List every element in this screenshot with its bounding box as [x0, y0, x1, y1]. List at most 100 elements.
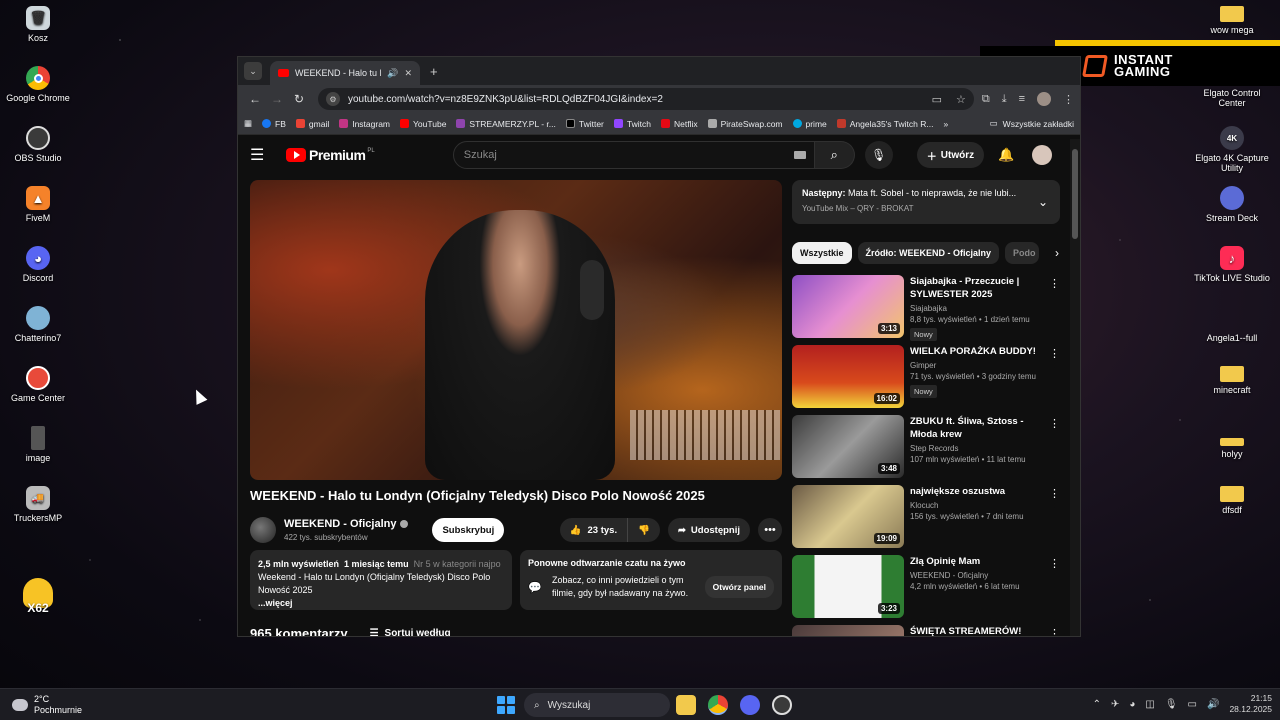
bookmark-netflix[interactable]: Netflix: [660, 119, 698, 129]
subscribe-button[interactable]: Subskrybuj: [432, 518, 505, 542]
video-thumbnail[interactable]: 16:02: [792, 345, 904, 408]
description-box[interactable]: 2,5 mln wyświetleń 1 miesiąc temu Nr 5 w…: [250, 550, 512, 610]
desktop-icon-duck[interactable]: X62: [0, 578, 76, 615]
video-thumbnail[interactable]: [792, 625, 904, 636]
desktop-icon-angela1[interactable]: Angela1--full: [1194, 306, 1270, 343]
video-thumbnail[interactable]: 3:13: [792, 275, 904, 338]
chip-all[interactable]: Wszystkie: [792, 242, 852, 264]
like-button[interactable]: 👍 23 tys.: [560, 518, 629, 542]
recommendation-item[interactable]: 19:09 największe oszustwa Klocuch 156 ty…: [792, 485, 1062, 555]
create-button[interactable]: ＋ Utwórz: [916, 142, 985, 168]
start-button[interactable]: [497, 696, 515, 714]
bookmarks-overflow-button[interactable]: »: [943, 119, 948, 129]
video-options-icon[interactable]: ⋮: [1049, 347, 1060, 360]
video-thumbnail[interactable]: 19:09: [792, 485, 904, 548]
bookmark-twitter[interactable]: Twitter: [565, 119, 604, 129]
video-thumbnail[interactable]: 3:23: [792, 555, 904, 618]
more-actions-button[interactable]: •••: [758, 518, 782, 542]
weather-widget[interactable]: 2°C Pochmurnie: [12, 694, 82, 716]
sort-comments-button[interactable]: ☰ Sortuj według: [370, 628, 451, 636]
file-explorer-icon[interactable]: [676, 695, 696, 715]
show-more-link[interactable]: ...więcej: [258, 598, 293, 608]
bookmark-twitch[interactable]: Twitch: [613, 119, 651, 129]
browser-menu-icon[interactable]: ⋮: [1063, 93, 1074, 106]
bookmark-fb[interactable]: FB: [262, 119, 286, 129]
tray-app-icon[interactable]: ✈: [1111, 699, 1119, 710]
desktop-icon-elgato-4k[interactable]: 4K Elgato 4K Capture Utility: [1194, 126, 1270, 173]
network-icon[interactable]: ▭: [1188, 699, 1197, 710]
account-avatar[interactable]: [1032, 145, 1053, 165]
bookmark-gmail[interactable]: gmail: [295, 119, 329, 129]
desktop-icon-truckersmp[interactable]: 🚚 TruckersMP: [0, 486, 76, 523]
video-options-icon[interactable]: ⋮: [1049, 417, 1060, 430]
search-button[interactable]: ⌕: [814, 141, 855, 169]
desktop-icon-obs[interactable]: OBS Studio: [0, 126, 76, 163]
desktop-icon-recycle-bin[interactable]: 🗑 Kosz: [0, 6, 76, 43]
desktop-icon-fivem[interactable]: ▲ FiveM: [0, 186, 76, 223]
voice-search-button[interactable]: 🎙: [864, 141, 893, 169]
discord-tray-icon[interactable]: ◕: [1129, 699, 1135, 710]
bookmark-star-icon[interactable]: ☆: [956, 93, 966, 106]
desktop-icon-wow-mega[interactable]: wow mega: [1194, 6, 1270, 35]
reload-button[interactable]: ↻: [288, 92, 310, 106]
media-control-icon[interactable]: ≡: [1019, 93, 1025, 105]
video-options-icon[interactable]: ⋮: [1049, 277, 1060, 290]
extensions-icon[interactable]: ⧉: [982, 93, 990, 106]
desktop-icon-tiktok[interactable]: ♪ TikTok LIVE Studio: [1194, 246, 1270, 283]
recommendation-item[interactable]: 3:13 Siajabajka - Przeczucie | SYLWESTER…: [792, 275, 1062, 345]
microphone-icon[interactable]: 🎙: [1165, 699, 1178, 710]
desktop-icon-stream-deck[interactable]: Stream Deck: [1194, 186, 1270, 223]
bookmark-prime[interactable]: prime: [792, 119, 827, 129]
url-input[interactable]: ⚙ youtube.com/watch?v=nz8E9ZNK3pU&list=R…: [318, 88, 974, 110]
video-thumbnail[interactable]: 3:48: [792, 415, 904, 478]
hamburger-menu-icon[interactable]: ☰: [250, 145, 274, 165]
up-next-box[interactable]: Następny: Mata ft. Sobel - to nieprawda,…: [792, 180, 1060, 224]
game-center-icon[interactable]: [772, 695, 792, 715]
chip-source-weekend[interactable]: Źródło: WEEKEND - Oficjalny: [857, 242, 1000, 264]
bookmark-instagram[interactable]: Instagram: [339, 119, 390, 129]
chevron-right-icon[interactable]: ›: [1055, 246, 1059, 260]
chevron-down-icon[interactable]: ⌄: [1038, 195, 1048, 209]
forward-button[interactable]: →: [266, 92, 288, 106]
bookmark-angela35[interactable]: Angela35's Twitch R...: [836, 119, 933, 129]
desktop-icon-discord[interactable]: ◕ Discord: [0, 246, 76, 283]
recommendation-item[interactable]: 3:48 ZBUKU ft. Śliwa, Sztoss - Młoda kre…: [792, 415, 1062, 485]
channel-name[interactable]: WEEKEND - Oficjalny: [284, 518, 396, 530]
video-options-icon[interactable]: ⋮: [1049, 627, 1060, 636]
desktop-icon-dfsdf[interactable]: dfsdf: [1194, 486, 1270, 515]
tray-app-icon[interactable]: ◫: [1145, 699, 1154, 710]
volume-icon[interactable]: 🔊: [1207, 699, 1219, 710]
youtube-premium-logo[interactable]: Premium PL: [286, 147, 375, 163]
discord-icon[interactable]: [740, 695, 760, 715]
notifications-bell-icon[interactable]: 🔔: [998, 147, 1014, 163]
bookmark-streamerzy[interactable]: STREAMERZY.PL - r...: [456, 119, 556, 129]
taskbar-search[interactable]: ⌕ Wyszukaj: [524, 693, 670, 717]
recommendation-item[interactable]: 16:02 WIELKA PORAŻKA BUDDY! Gimper 71 ty…: [792, 345, 1062, 415]
back-button[interactable]: ←: [244, 92, 266, 106]
page-scrollbar-thumb[interactable]: [1072, 149, 1078, 239]
desktop-icon-minecraft[interactable]: minecraft: [1194, 366, 1270, 395]
recommendation-item[interactable]: ŚWIĘTA STREAMERÓW! XAYOO ⋮: [792, 625, 1062, 636]
tab-search-button[interactable]: ⌄: [244, 62, 262, 80]
desktop-icon-chrome[interactable]: Google Chrome: [0, 66, 76, 103]
close-tab-button[interactable]: ✕: [404, 68, 412, 79]
open-panel-button[interactable]: Otwórz panel: [704, 576, 774, 598]
profile-avatar[interactable]: [1037, 92, 1051, 106]
new-tab-button[interactable]: +: [430, 64, 438, 79]
desktop-icon-chatterino[interactable]: Chatterino7: [0, 306, 76, 343]
tray-overflow-icon[interactable]: ⌃: [1093, 699, 1101, 710]
video-options-icon[interactable]: ⋮: [1049, 487, 1060, 500]
share-button[interactable]: ➦ Udostępnij: [667, 518, 750, 542]
desktop-icon-holyy[interactable]: holyy: [1194, 432, 1270, 459]
video-player[interactable]: [250, 180, 782, 480]
search-input[interactable]: Szukaj: [452, 141, 815, 169]
desktop-icon-image[interactable]: image: [0, 426, 76, 463]
chip-similar[interactable]: Podo: [1005, 242, 1040, 264]
chrome-icon[interactable]: [708, 695, 728, 715]
bookmark-youtube[interactable]: YouTube: [400, 119, 446, 129]
video-options-icon[interactable]: ⋮: [1049, 557, 1060, 570]
site-info-icon[interactable]: ⚙: [326, 92, 340, 106]
bookmark-pirateswap[interactable]: PirateSwap.com: [707, 119, 783, 129]
all-bookmarks-button[interactable]: ▭ Wszystkie zakładki: [990, 118, 1074, 129]
recommendation-item[interactable]: 3:23 Złą Opinię Mam WEEKEND - Oficjalny …: [792, 555, 1062, 625]
